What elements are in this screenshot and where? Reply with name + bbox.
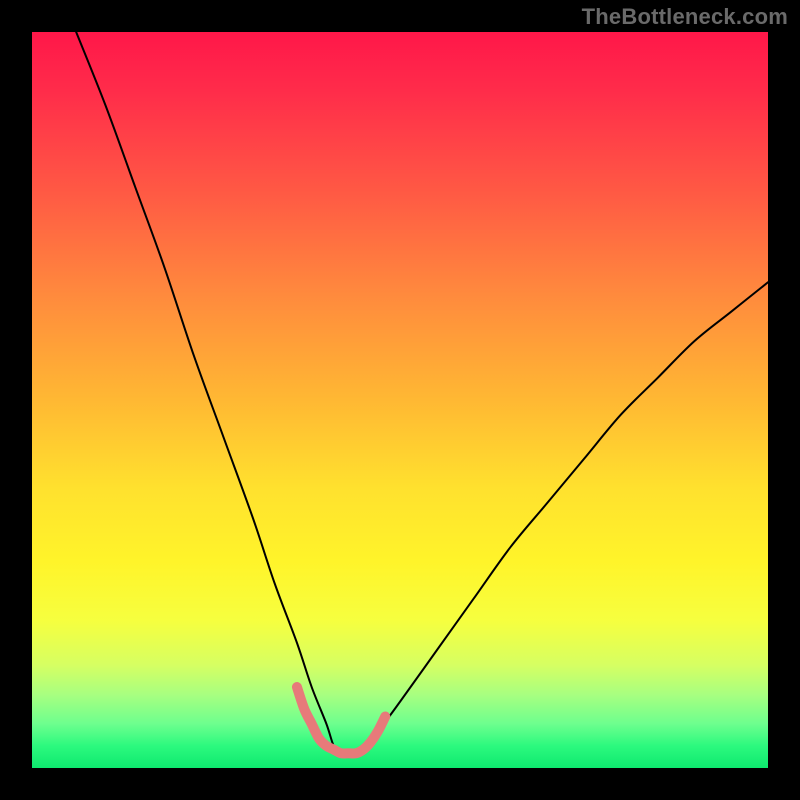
bottleneck-curve xyxy=(76,32,768,754)
watermark-text: TheBottleneck.com xyxy=(582,4,788,30)
curve-layer xyxy=(32,32,768,768)
highlight-near-minimum xyxy=(297,687,385,754)
plot-area xyxy=(32,32,768,768)
chart-frame: TheBottleneck.com xyxy=(0,0,800,800)
